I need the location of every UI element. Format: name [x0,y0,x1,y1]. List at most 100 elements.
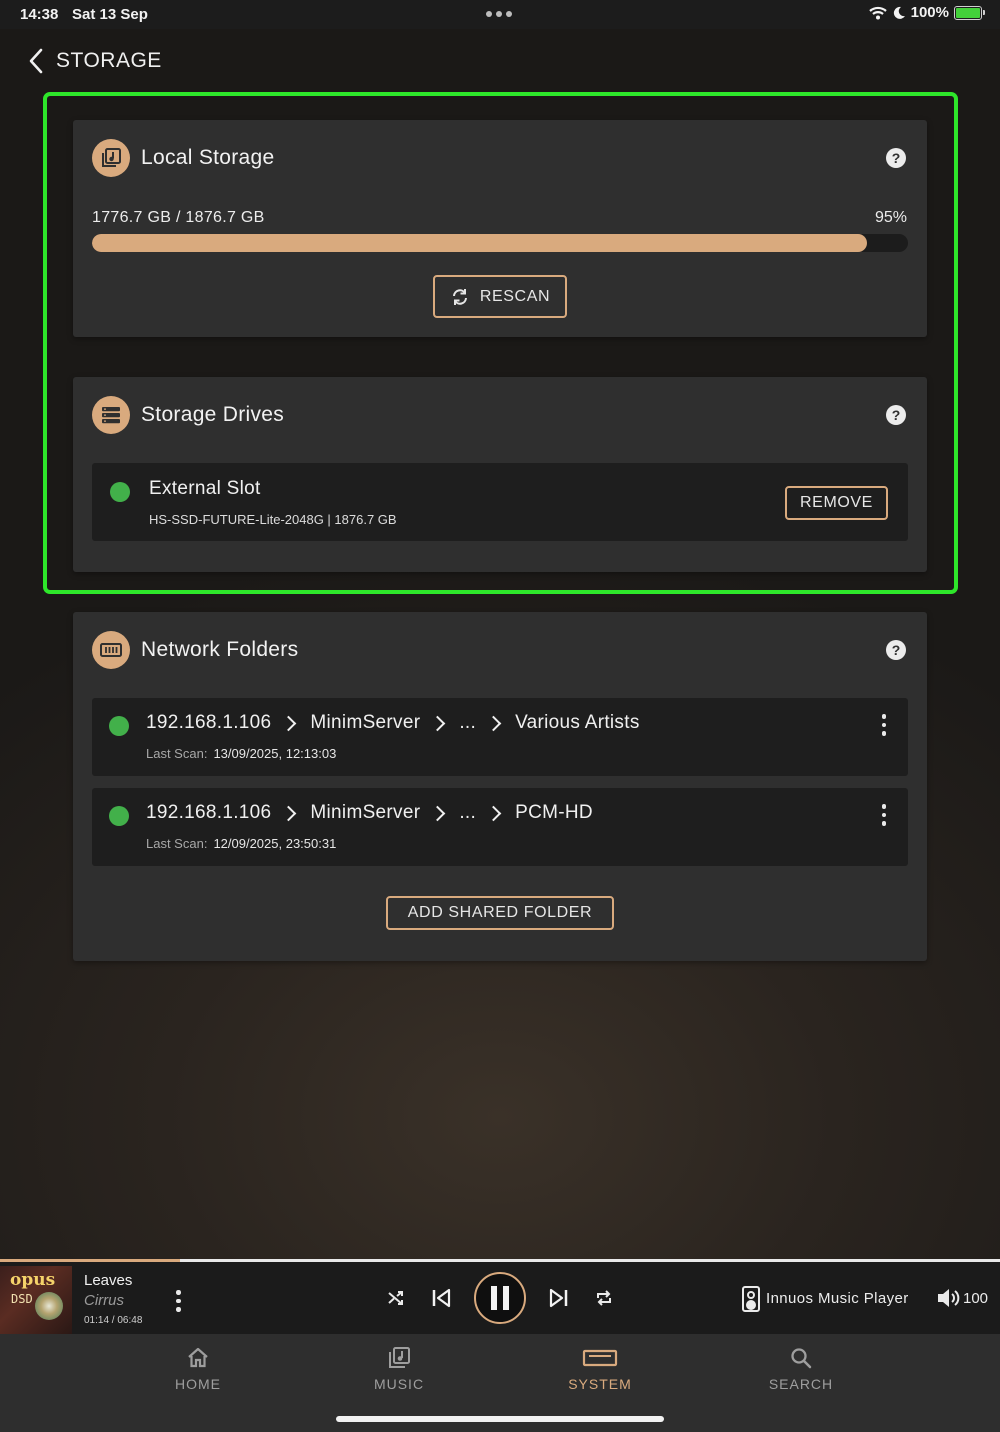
previous-track-icon[interactable] [428,1284,454,1312]
folder-host: 192.168.1.106 [146,802,272,823]
music-library-icon [389,1347,410,1368]
storage-drives-header: Storage Drives [92,396,284,434]
chevron-right-icon [430,715,446,731]
chevron-left-icon [29,48,43,74]
home-indicator[interactable] [336,1416,664,1422]
more-options-icon[interactable] [881,714,886,736]
network-folder-row[interactable]: 192.168.1.106 MinimServer ... PCM-HD Las… [92,788,908,866]
track-more-options-icon[interactable] [176,1290,181,1312]
next-track-icon[interactable] [546,1284,572,1312]
last-scan-label: Last Scan: [146,746,208,761]
network-folder-row[interactable]: 192.168.1.106 MinimServer ... Various Ar… [92,698,908,776]
folder-path: 192.168.1.106 MinimServer ... PCM-HD [146,802,593,824]
album-art[interactable]: opus DSD [0,1266,72,1334]
volume-value: 100 [963,1290,989,1307]
track-artist[interactable]: Cirrus [84,1292,124,1309]
storage-usage-percent: 95% [874,209,907,226]
rescan-button[interactable]: RESCAN [433,275,567,318]
shuffle-icon[interactable] [384,1286,408,1310]
storage-usage-bar-fill [92,234,868,252]
status-indicators: 100% [868,4,985,21]
tab-system-label: SYSTEM [568,1376,632,1392]
folder-host: 192.168.1.106 [146,712,272,733]
volume-icon[interactable] [936,1287,962,1314]
network-folders-title: Network Folders [141,638,299,661]
storage-usage-bar [92,234,908,252]
drive-status-dot [110,482,130,502]
music-library-icon [92,139,130,177]
home-icon [188,1347,208,1368]
network-folders-card: Network Folders ? 192.168.1.106 MinimSer… [73,612,927,961]
add-shared-folder-button[interactable]: ADD SHARED FOLDER [386,896,614,930]
tab-music-label: MUSIC [373,1376,425,1392]
storage-usage-text: 1776.7 GB / 1876.7 GB [92,209,265,226]
folder-name: PCM-HD [515,802,593,823]
remove-drive-button[interactable]: REMOVE [785,486,888,520]
search-icon [791,1348,812,1369]
help-icon[interactable]: ? [886,148,906,168]
folder-name: Various Artists [515,712,640,733]
battery-icon [954,5,985,20]
status-bar: 14:38 Sat 13 Sep 100% [0,0,1000,29]
wifi-icon [868,6,887,19]
track-title[interactable]: Leaves [84,1272,132,1289]
storage-drives-card: Storage Drives ? External Slot HS-SSD-FU… [73,377,927,572]
tab-home-label: HOME [175,1376,221,1392]
drive-row: External Slot HS-SSD-FUTURE-Lite-2048G |… [92,463,908,541]
player-name[interactable]: Innuos Music Player [766,1290,909,1307]
drive-name: External Slot [149,478,261,499]
battery-percent: 100% [910,4,949,21]
tab-search[interactable]: SEARCH [741,1346,861,1392]
chevron-right-icon [430,805,446,821]
tab-home[interactable]: HOME [138,1346,258,1392]
local-storage-card: Local Storage ? 1776.7 GB / 1876.7 GB 95… [73,120,927,337]
now-playing-bar: opus DSD Leaves Cirrus 01:14 / 06:48 Inn… [0,1262,1000,1334]
folder-status-dot [109,806,129,826]
album-art-brand: opus [10,1270,56,1290]
remove-label: REMOVE [800,494,873,511]
chevron-right-icon [485,805,502,821]
folder-server: MinimServer [310,802,421,823]
last-scan-value: 12/09/2025, 23:50:31 [213,836,337,851]
refresh-icon [452,288,467,305]
system-icon [582,1349,618,1367]
folder-server: MinimServer [310,712,421,733]
help-icon[interactable]: ? [886,405,906,425]
pause-icon [491,1286,497,1310]
chevron-right-icon [485,715,502,731]
tab-search-label: SEARCH [768,1376,834,1392]
drive-details: HS-SSD-FUTURE-Lite-2048G | 1876.7 GB [149,512,397,527]
chevron-right-icon [281,805,297,821]
status-time: 14:38 [20,6,59,23]
help-icon[interactable]: ? [886,640,906,660]
storage-drives-title: Storage Drives [141,403,285,426]
local-storage-title: Local Storage [141,146,275,169]
last-scan-value: 13/09/2025, 12:13:03 [213,746,337,761]
drives-icon [92,396,130,434]
add-shared-folder-label: ADD SHARED FOLDER [407,904,593,921]
speaker-icon[interactable] [742,1286,760,1312]
last-scan-label: Last Scan: [146,836,208,851]
folder-ellipsis: ... [459,802,477,823]
page-title: STORAGE [56,49,162,72]
disc-icon [35,1292,63,1320]
rescan-label: RESCAN [479,287,551,305]
chevron-right-icon [281,715,297,731]
folder-ellipsis: ... [459,712,477,733]
folder-status-dot [109,716,129,736]
tab-system[interactable]: SYSTEM [540,1346,660,1392]
pause-button[interactable] [474,1272,526,1324]
network-folder-icon [92,631,130,669]
folder-last-scan: Last Scan: 13/09/2025, 12:13:03 [146,746,336,761]
back-button[interactable]: STORAGE [28,48,162,74]
track-time: 01:14 / 06:48 [84,1315,143,1326]
folder-last-scan: Last Scan: 12/09/2025, 23:50:31 [146,836,336,851]
multitasking-dots-icon[interactable] [486,11,512,17]
status-date: Sat 13 Sep [72,6,148,23]
repeat-icon[interactable] [592,1286,616,1310]
more-options-icon[interactable] [881,804,886,826]
tab-music[interactable]: MUSIC [339,1346,459,1392]
moon-icon [893,6,905,19]
album-art-format: DSD [11,1292,33,1306]
folder-path: 192.168.1.106 MinimServer ... Various Ar… [146,712,640,734]
